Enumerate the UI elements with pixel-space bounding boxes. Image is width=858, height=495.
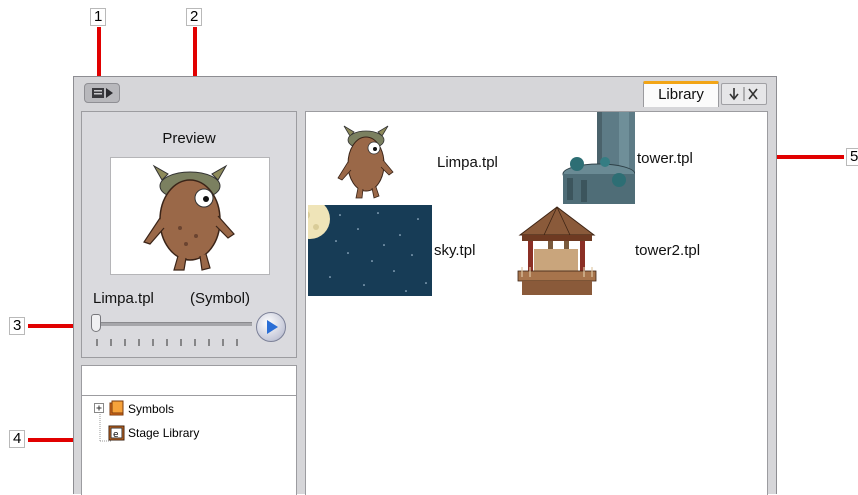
panel-menu-icon bbox=[92, 88, 113, 98]
library-item-tower2[interactable]: tower2.tpl bbox=[514, 205, 754, 297]
tower2-thumbnail bbox=[517, 206, 597, 295]
tree-item-label: Stage Library bbox=[128, 426, 200, 440]
tree-item-symbols[interactable]: Symbols bbox=[94, 400, 214, 419]
collapse-icon[interactable] bbox=[729, 88, 739, 101]
callout-1: 1 bbox=[90, 8, 107, 26]
preview-thumbnail bbox=[110, 157, 270, 275]
close-icon[interactable] bbox=[748, 88, 758, 100]
library-window: Library Preview Limpa.tpl (Symbol) Symbo… bbox=[73, 76, 777, 495]
tree-item-stage-library[interactable]: e Stage Library bbox=[94, 425, 234, 443]
character-preview-image bbox=[143, 164, 235, 271]
tower-thumbnail bbox=[562, 112, 635, 204]
svg-text:e: e bbox=[113, 430, 119, 440]
play-icon bbox=[267, 320, 278, 334]
folder-icon bbox=[109, 400, 124, 416]
preview-slider-thumb[interactable] bbox=[91, 314, 101, 332]
library-icon: e bbox=[108, 425, 125, 441]
library-search-input[interactable] bbox=[82, 366, 296, 396]
library-item-label: sky.tpl bbox=[434, 242, 476, 259]
library-item-limpa[interactable]: Limpa.tpl bbox=[309, 116, 509, 206]
preview-panel: Preview Limpa.tpl (Symbol) bbox=[81, 111, 297, 358]
slider-ticks bbox=[96, 339, 238, 346]
tab-library[interactable]: Library bbox=[643, 81, 719, 107]
library-tree-panel: Symbols e Stage Library bbox=[81, 365, 297, 495]
tab-controls bbox=[721, 83, 767, 105]
library-item-label: tower.tpl bbox=[637, 150, 693, 167]
callout-4: 4 bbox=[9, 430, 26, 448]
preview-title: Preview bbox=[162, 130, 216, 147]
expand-icon[interactable] bbox=[94, 403, 106, 415]
play-button[interactable] bbox=[256, 312, 286, 342]
library-item-sky[interactable]: sky.tpl bbox=[308, 205, 508, 297]
preview-item-type: (Symbol) bbox=[190, 290, 251, 307]
preview-slider-track[interactable] bbox=[92, 322, 252, 326]
tree-item-label: Symbols bbox=[128, 402, 175, 416]
callout-3: 3 bbox=[9, 317, 26, 335]
library-content-panel: Limpa.tpl tower.tpl sky.tpl tower2.tpl bbox=[305, 111, 768, 495]
sky-thumbnail bbox=[308, 205, 432, 296]
limpa-thumbnail bbox=[337, 125, 394, 199]
callout-2: 2 bbox=[186, 8, 203, 26]
preview-item-name: Limpa.tpl bbox=[93, 290, 154, 307]
callout-5: 5 bbox=[846, 148, 858, 166]
library-item-label: tower2.tpl bbox=[635, 242, 701, 259]
library-item-tower[interactable]: tower.tpl bbox=[561, 112, 761, 204]
library-item-label: Limpa.tpl bbox=[437, 154, 498, 171]
panel-menu-button[interactable] bbox=[84, 83, 120, 103]
